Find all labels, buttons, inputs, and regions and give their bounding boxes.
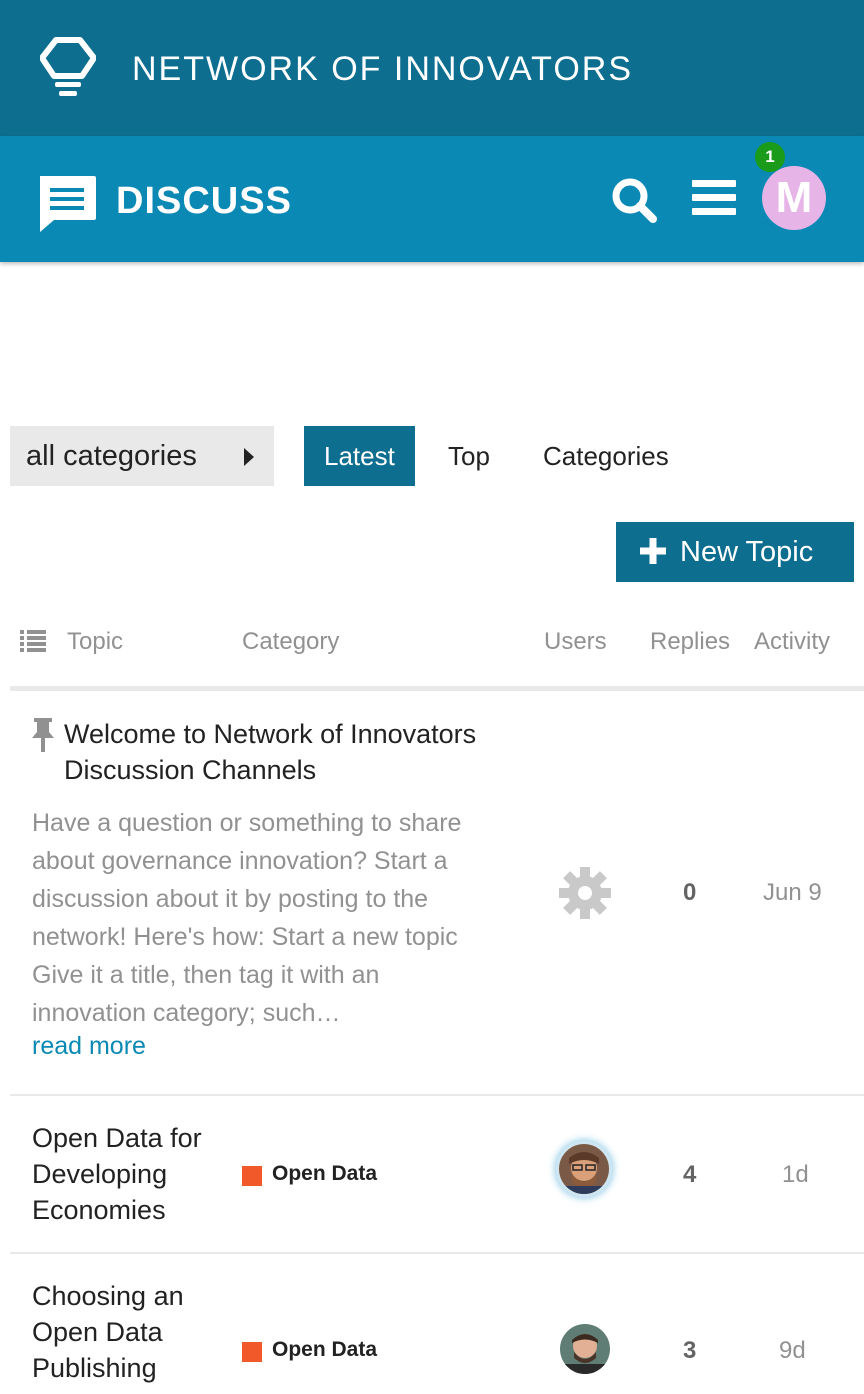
- replies-count[interactable]: 3: [683, 1337, 696, 1365]
- topic-title-open-data-developing[interactable]: Open Data for Developing Economies: [32, 1120, 202, 1228]
- category-badge[interactable]: Open Data: [242, 1338, 377, 1362]
- gear-icon[interactable]: [558, 866, 612, 920]
- topic-title-welcome[interactable]: Welcome to Network of Innovators Discuss…: [64, 716, 476, 788]
- column-users: Users: [544, 628, 607, 655]
- category-color-swatch: [242, 1342, 262, 1362]
- column-replies[interactable]: Replies: [650, 628, 730, 656]
- poster-avatar[interactable]: [560, 1324, 610, 1374]
- activity-date[interactable]: 9d: [779, 1337, 806, 1365]
- category-badge[interactable]: Open Data: [242, 1162, 377, 1186]
- activity-date[interactable]: 1d: [782, 1161, 809, 1189]
- tab-latest[interactable]: Latest: [304, 426, 415, 486]
- search-icon[interactable]: [610, 176, 658, 224]
- pin-icon: [32, 718, 54, 752]
- notification-badge[interactable]: 1: [755, 142, 785, 172]
- hamburger-menu-icon[interactable]: [692, 178, 736, 218]
- replies-count[interactable]: 0: [683, 879, 696, 907]
- new-topic-label: New Topic: [680, 536, 814, 568]
- user-photo: [559, 1144, 609, 1194]
- chat-bubble-icon[interactable]: [36, 174, 98, 236]
- user-avatar[interactable]: M: [762, 166, 826, 230]
- network-header: NETWORK OF INNOVATORS: [0, 0, 864, 136]
- list-icon[interactable]: [20, 630, 46, 652]
- user-photo: [560, 1324, 610, 1374]
- lightbulb-icon[interactable]: [40, 36, 96, 98]
- replies-count[interactable]: 4: [683, 1161, 696, 1189]
- row-divider: [10, 1094, 864, 1096]
- header-divider: [10, 686, 864, 691]
- row-divider: [10, 1252, 864, 1254]
- discuss-title[interactable]: DISCUSS: [116, 180, 292, 223]
- column-topic: Topic: [67, 628, 124, 655]
- topic-title-choosing-open-data[interactable]: Choosing an Open Data Publishing: [32, 1278, 184, 1386]
- poster-avatar[interactable]: [559, 1144, 609, 1194]
- column-activity[interactable]: Activity: [754, 628, 830, 656]
- category-dropdown[interactable]: all categories: [10, 426, 274, 486]
- site-title[interactable]: NETWORK OF INNOVATORS: [132, 50, 633, 89]
- activity-date[interactable]: Jun 9: [763, 879, 822, 907]
- read-more-link[interactable]: read more: [32, 1032, 146, 1061]
- category-color-swatch: [242, 1166, 262, 1186]
- tab-categories[interactable]: Categories: [543, 426, 669, 486]
- caret-right-icon: [244, 448, 254, 466]
- topic-excerpt: Have a question or something to share ab…: [32, 809, 462, 1027]
- new-topic-button[interactable]: New Topic: [616, 522, 854, 582]
- plus-icon: [640, 538, 666, 564]
- column-category: Category: [242, 628, 340, 655]
- category-dropdown-label: all categories: [26, 440, 197, 472]
- discuss-header: DISCUSS M 1: [0, 136, 864, 262]
- tab-top[interactable]: Top: [448, 426, 490, 486]
